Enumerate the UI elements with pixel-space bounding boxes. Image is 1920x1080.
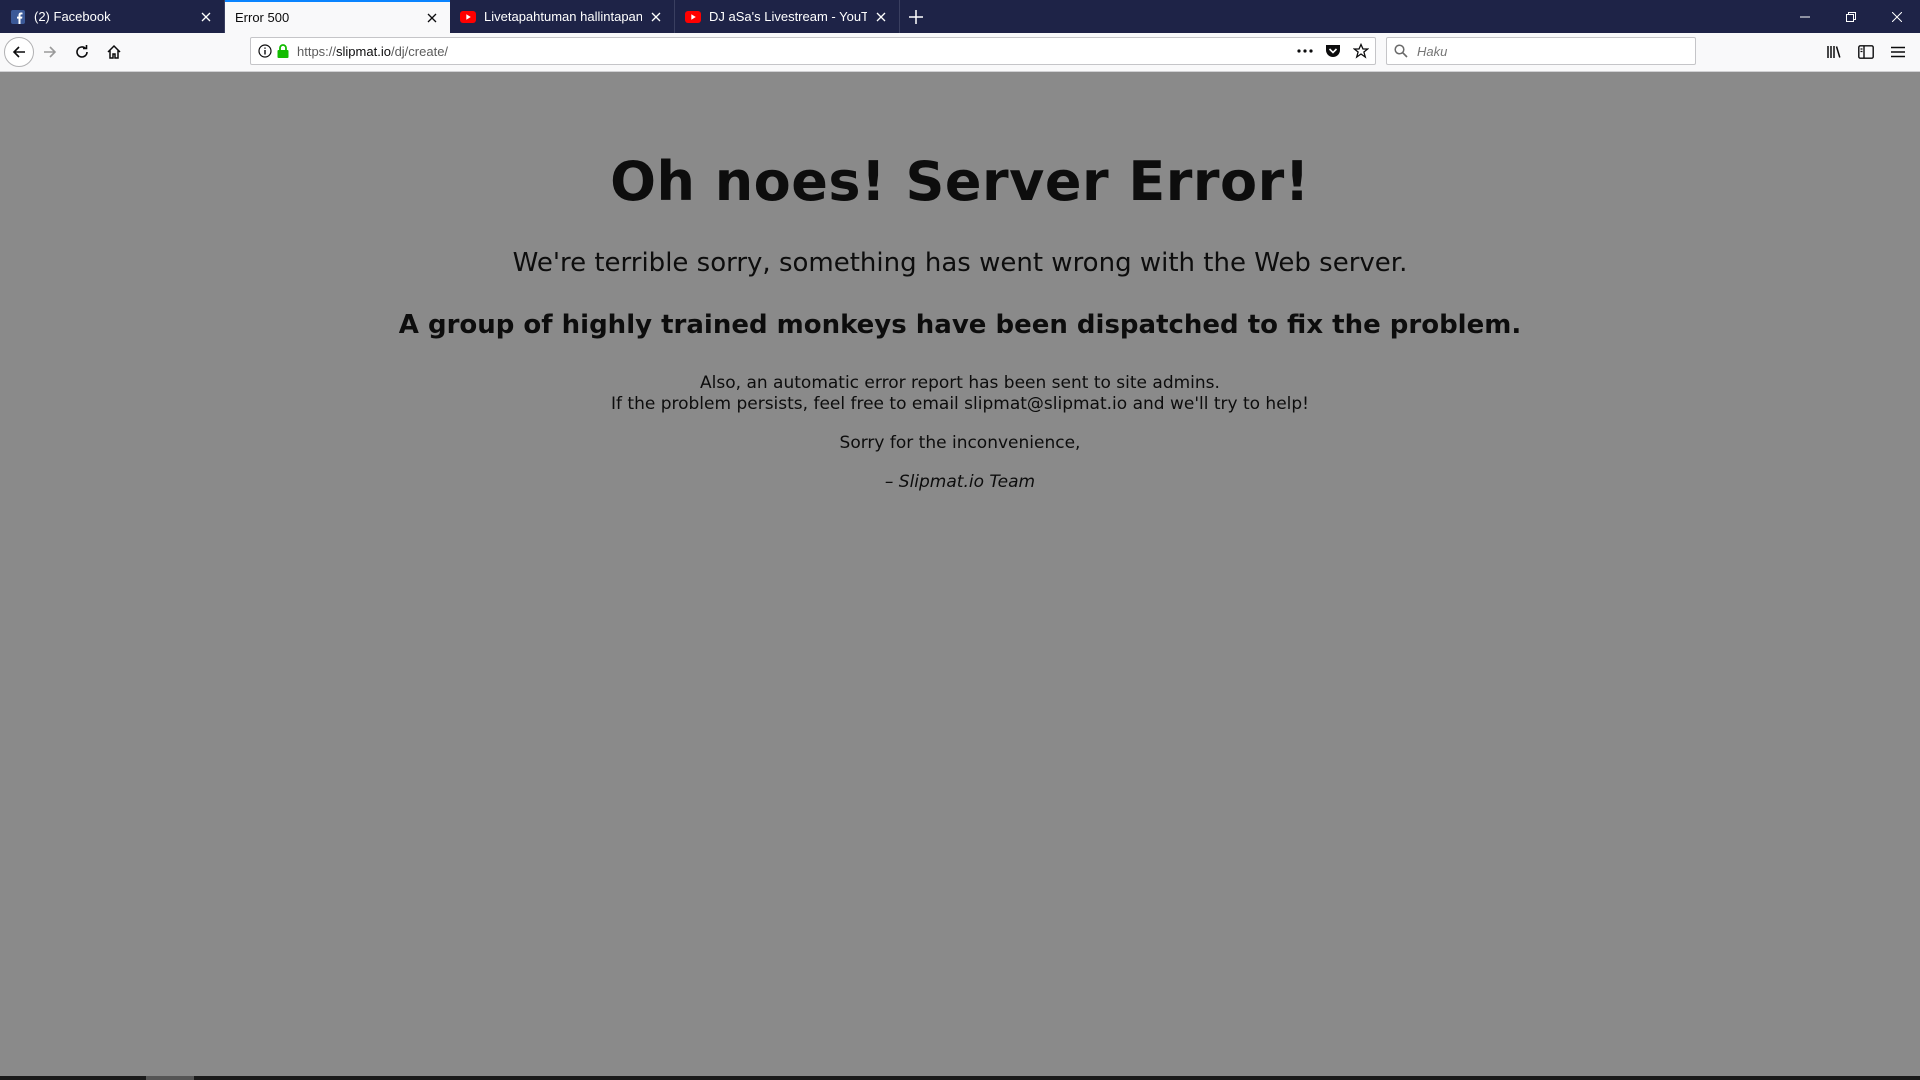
minimize-button[interactable] [1782,0,1828,33]
close-tab-icon[interactable] [198,9,214,25]
new-tab-button[interactable] [900,0,932,33]
search-bar[interactable] [1386,37,1696,65]
arrow-right-icon [44,46,57,58]
url-path: /dj/create/ [390,43,449,59]
url-host: slipmat.io [336,43,391,59]
taskbar-thumb [146,1076,194,1080]
sorry-message: We're terrible sorry, something has went… [512,248,1408,278]
hamburger-menu-icon [1891,46,1905,58]
info-icon[interactable] [255,38,275,64]
sidebar-button[interactable] [1850,36,1882,68]
tab-title: Error 500 [235,10,290,25]
reload-icon [76,45,88,58]
tab-error-500[interactable]: Error 500 [225,0,450,33]
tab-livetapahtuman[interactable]: Livetapahtuman hallintapaneel [450,0,675,33]
close-icon [1892,11,1902,22]
lock-icon[interactable] [275,38,291,64]
signature: – Slipmat.io Team [884,472,1036,492]
tab-dj-asa-livestream[interactable]: DJ aSa's Livestream - YouTube [675,0,900,33]
monkeys-message: A group of highly trained monkeys have b… [398,310,1522,340]
youtube-icon [685,9,701,25]
close-tab-icon[interactable] [424,10,440,26]
toolbar-right [1818,36,1914,68]
restore-button[interactable] [1828,0,1874,33]
page-title: Oh noes! Server Error! [610,150,1310,213]
arrow-left-icon [12,46,25,58]
forward-button[interactable] [34,36,66,68]
window-controls [1782,0,1920,33]
restore-icon [1846,11,1856,22]
back-button[interactable] [4,37,34,67]
plus-icon [909,9,923,24]
home-icon [107,44,121,59]
url-scheme: https:// [297,43,337,59]
bookmark-star-icon[interactable] [1347,38,1375,64]
library-button[interactable] [1818,36,1850,68]
report-line-1: Also, an automatic error report has been… [700,373,1220,393]
pocket-icon[interactable] [1319,38,1347,64]
tab-title: (2) Facebook [34,9,111,24]
page-content: Oh noes! Server Error! We're terrible so… [0,72,1920,1076]
reload-button[interactable] [66,36,98,68]
page-actions-icon[interactable] [1291,38,1319,64]
tab-title: DJ aSa's Livestream - YouTube [709,9,867,24]
youtube-icon [460,9,476,25]
facebook-icon [10,9,26,25]
tab-strip: (2) Facebook Error 500 Livetapahtuman ha… [0,0,1920,33]
report-line-2: If the problem persists, feel free to em… [611,394,1309,414]
url-text[interactable]: https://slipmat.io/dj/create/ [297,44,1291,59]
apology-text: Sorry for the inconvenience, [839,433,1081,453]
close-window-button[interactable] [1874,0,1920,33]
search-icon [1387,38,1415,64]
navigation-toolbar: https://slipmat.io/dj/create/ [0,33,1920,72]
home-button[interactable] [98,36,130,68]
sidebar-icon [1858,45,1874,59]
library-icon [1827,46,1841,58]
minimize-icon [1800,16,1810,17]
address-bar[interactable]: https://slipmat.io/dj/create/ [250,37,1376,65]
menu-button[interactable] [1882,36,1914,68]
search-input[interactable] [1415,42,1695,60]
close-tab-icon[interactable] [648,9,664,25]
taskbar-edge [0,1076,1920,1080]
tab-facebook[interactable]: (2) Facebook [0,0,225,33]
close-tab-icon[interactable] [873,9,889,25]
tab-title: Livetapahtuman hallintapaneel [484,9,642,24]
